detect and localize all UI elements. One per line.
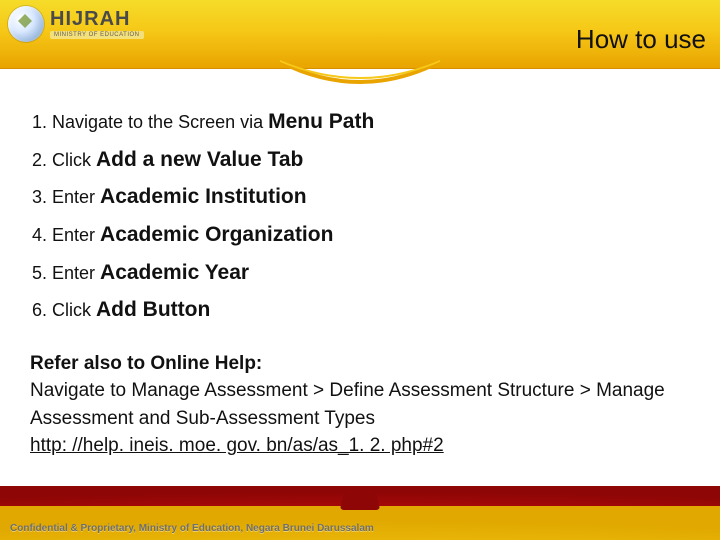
step-prefix: Enter <box>52 187 100 207</box>
list-item: Navigate to the Screen via Menu Path <box>52 105 690 140</box>
step-emphasis: Academic Year <box>100 261 249 284</box>
online-help-block: Refer also to Online Help: Navigate to M… <box>30 350 690 460</box>
content-body: Navigate to the Screen via Menu Path Cli… <box>30 102 690 460</box>
footer-copyright: Confidential & Proprietary, Ministry of … <box>10 523 374 534</box>
help-path: Navigate to Manage Assessment > Define A… <box>30 377 690 432</box>
brand-tagline: MINISTRY OF EDUCATION <box>50 31 144 39</box>
help-url: http: //help. ineis. moe. gov. bn/as/as_… <box>30 432 690 460</box>
step-prefix: Enter <box>52 263 100 283</box>
step-prefix: Navigate to the Screen via <box>52 112 268 132</box>
list-item: Click Add Button <box>52 293 690 328</box>
step-emphasis: Menu Path <box>268 110 374 133</box>
list-item: Enter Academic Organization <box>52 218 690 253</box>
brand-logo: HIJRAH MINISTRY OF EDUCATION <box>8 6 144 42</box>
footer-notch-ornament <box>340 494 380 510</box>
brand-name: HIJRAH <box>50 8 130 30</box>
page-title: How to use <box>576 24 706 55</box>
footer: Confidential & Proprietary, Ministry of … <box>0 488 720 540</box>
step-prefix: Enter <box>52 225 100 245</box>
help-heading: Refer also to Online Help: <box>30 350 690 378</box>
step-emphasis: Academic Institution <box>100 185 307 208</box>
header-dip-ornament <box>280 60 440 86</box>
step-prefix: Click <box>52 150 96 170</box>
globe-icon <box>8 6 44 42</box>
step-emphasis: Add a new Value Tab <box>96 148 303 171</box>
list-item: Click Add a new Value Tab <box>52 143 690 178</box>
header-band: HIJRAH MINISTRY OF EDUCATION How to use <box>0 0 720 69</box>
list-item: Enter Academic Institution <box>52 180 690 215</box>
step-emphasis: Add Button <box>96 298 210 321</box>
step-prefix: Click <box>52 300 96 320</box>
steps-list: Navigate to the Screen via Menu Path Cli… <box>30 105 690 328</box>
slide: HIJRAH MINISTRY OF EDUCATION How to use … <box>0 0 720 540</box>
list-item: Enter Academic Year <box>52 256 690 291</box>
brand-text: HIJRAH MINISTRY OF EDUCATION <box>50 9 144 39</box>
step-emphasis: Academic Organization <box>100 223 333 246</box>
